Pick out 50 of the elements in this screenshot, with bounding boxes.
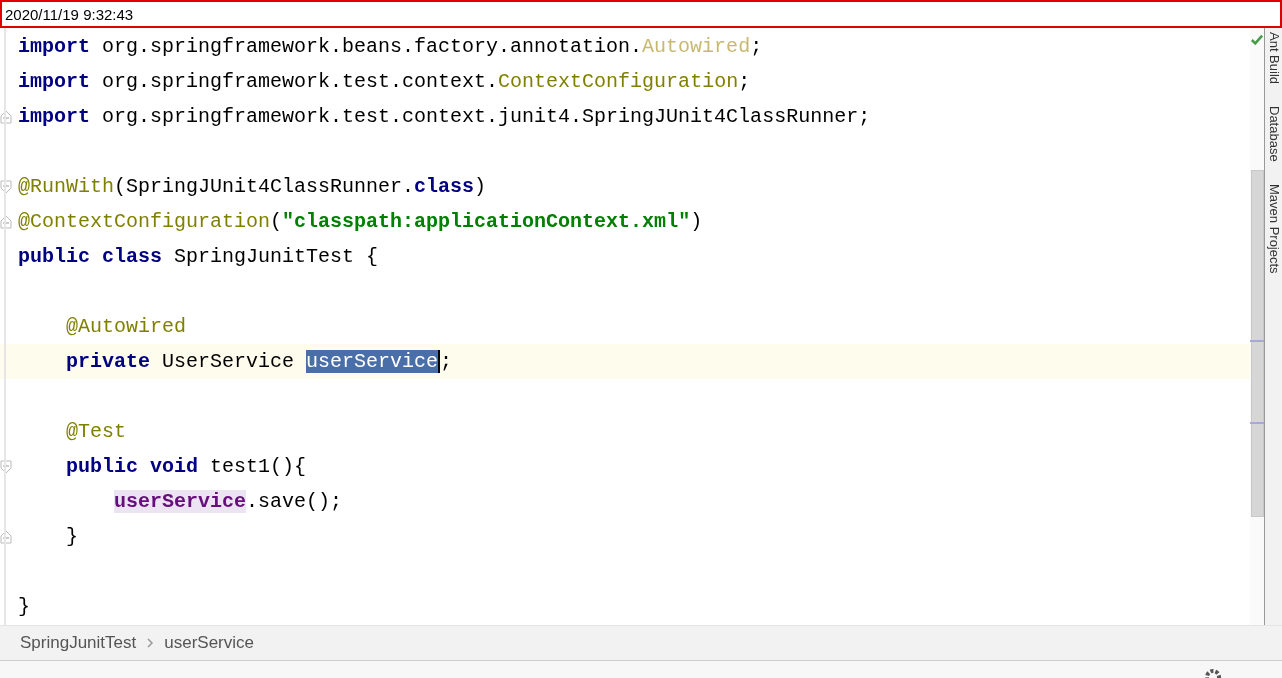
code-text: ; bbox=[738, 69, 751, 93]
code-keyword: import bbox=[18, 34, 90, 58]
code-text: UserService bbox=[161, 349, 296, 373]
code-text: ; bbox=[750, 34, 763, 58]
code-string: "classpath:applicationContext.xml" bbox=[282, 209, 691, 233]
code-annotation: @Test bbox=[66, 419, 126, 443]
code-annotation: @Autowired bbox=[66, 314, 187, 338]
fold-marker-icon[interactable] bbox=[0, 214, 12, 229]
code-editor[interactable] bbox=[0, 28, 1250, 625]
code-keyword: public class bbox=[18, 244, 163, 268]
fold-marker-icon[interactable] bbox=[0, 179, 12, 194]
code-text: (SpringJUnit4ClassRunner. bbox=[114, 174, 415, 198]
code-text: test1(){ bbox=[209, 454, 307, 478]
fold-marker-icon[interactable] bbox=[0, 459, 12, 474]
fold-marker-icon[interactable] bbox=[0, 529, 12, 544]
code-keyword: import bbox=[18, 104, 90, 128]
code-text: .save(); bbox=[246, 489, 343, 513]
breadcrumb-item[interactable]: SpringJunitTest bbox=[20, 633, 137, 653]
code-text: org.springframework.test.context.junit4.SpringJUnit4ClassRunner; bbox=[101, 104, 871, 128]
code-text: ContextConfiguration bbox=[498, 69, 739, 93]
scrollbar-thumb[interactable] bbox=[1251, 170, 1264, 517]
code-text: org.springframework.test.context. bbox=[101, 69, 499, 93]
code-annotation: @ContextConfiguration bbox=[18, 209, 271, 233]
code-annotation: @RunWith bbox=[18, 174, 114, 198]
tool-window-tab[interactable]: Maven Projects bbox=[1265, 183, 1282, 274]
code-text: } bbox=[18, 594, 30, 618]
error-stripe-mark bbox=[1250, 422, 1264, 424]
check-icon bbox=[1250, 34, 1264, 46]
code-keyword: import bbox=[18, 69, 90, 93]
code-text: ; bbox=[440, 349, 453, 373]
scrollbar[interactable] bbox=[1250, 28, 1265, 625]
code-text: } bbox=[66, 524, 78, 548]
code-text: ) bbox=[690, 209, 703, 233]
code-keyword: public void bbox=[66, 454, 199, 478]
code-field: userService bbox=[114, 489, 247, 513]
timestamp: 2020/11/19 9:32:43 bbox=[5, 5, 134, 23]
fold-marker-icon[interactable] bbox=[0, 109, 12, 124]
tool-window-tab[interactable]: Database bbox=[1265, 106, 1282, 162]
tool-window-tab[interactable]: Ant Build bbox=[1265, 32, 1282, 85]
selected-text: userService bbox=[306, 349, 441, 373]
breadcrumb-item[interactable]: userService bbox=[164, 633, 254, 653]
code-keyword: class bbox=[414, 174, 475, 198]
code-text: SpringJunitTest { bbox=[173, 244, 379, 268]
code-text: org.springframework.beans.factory.annotation. bbox=[101, 34, 643, 58]
code-text: Autowired bbox=[642, 34, 751, 58]
code-text: ( bbox=[270, 209, 283, 233]
code-keyword: private bbox=[66, 349, 150, 373]
code-text: ) bbox=[474, 174, 487, 198]
error-stripe-mark bbox=[1250, 340, 1264, 342]
chevron-icon bbox=[146, 637, 155, 649]
